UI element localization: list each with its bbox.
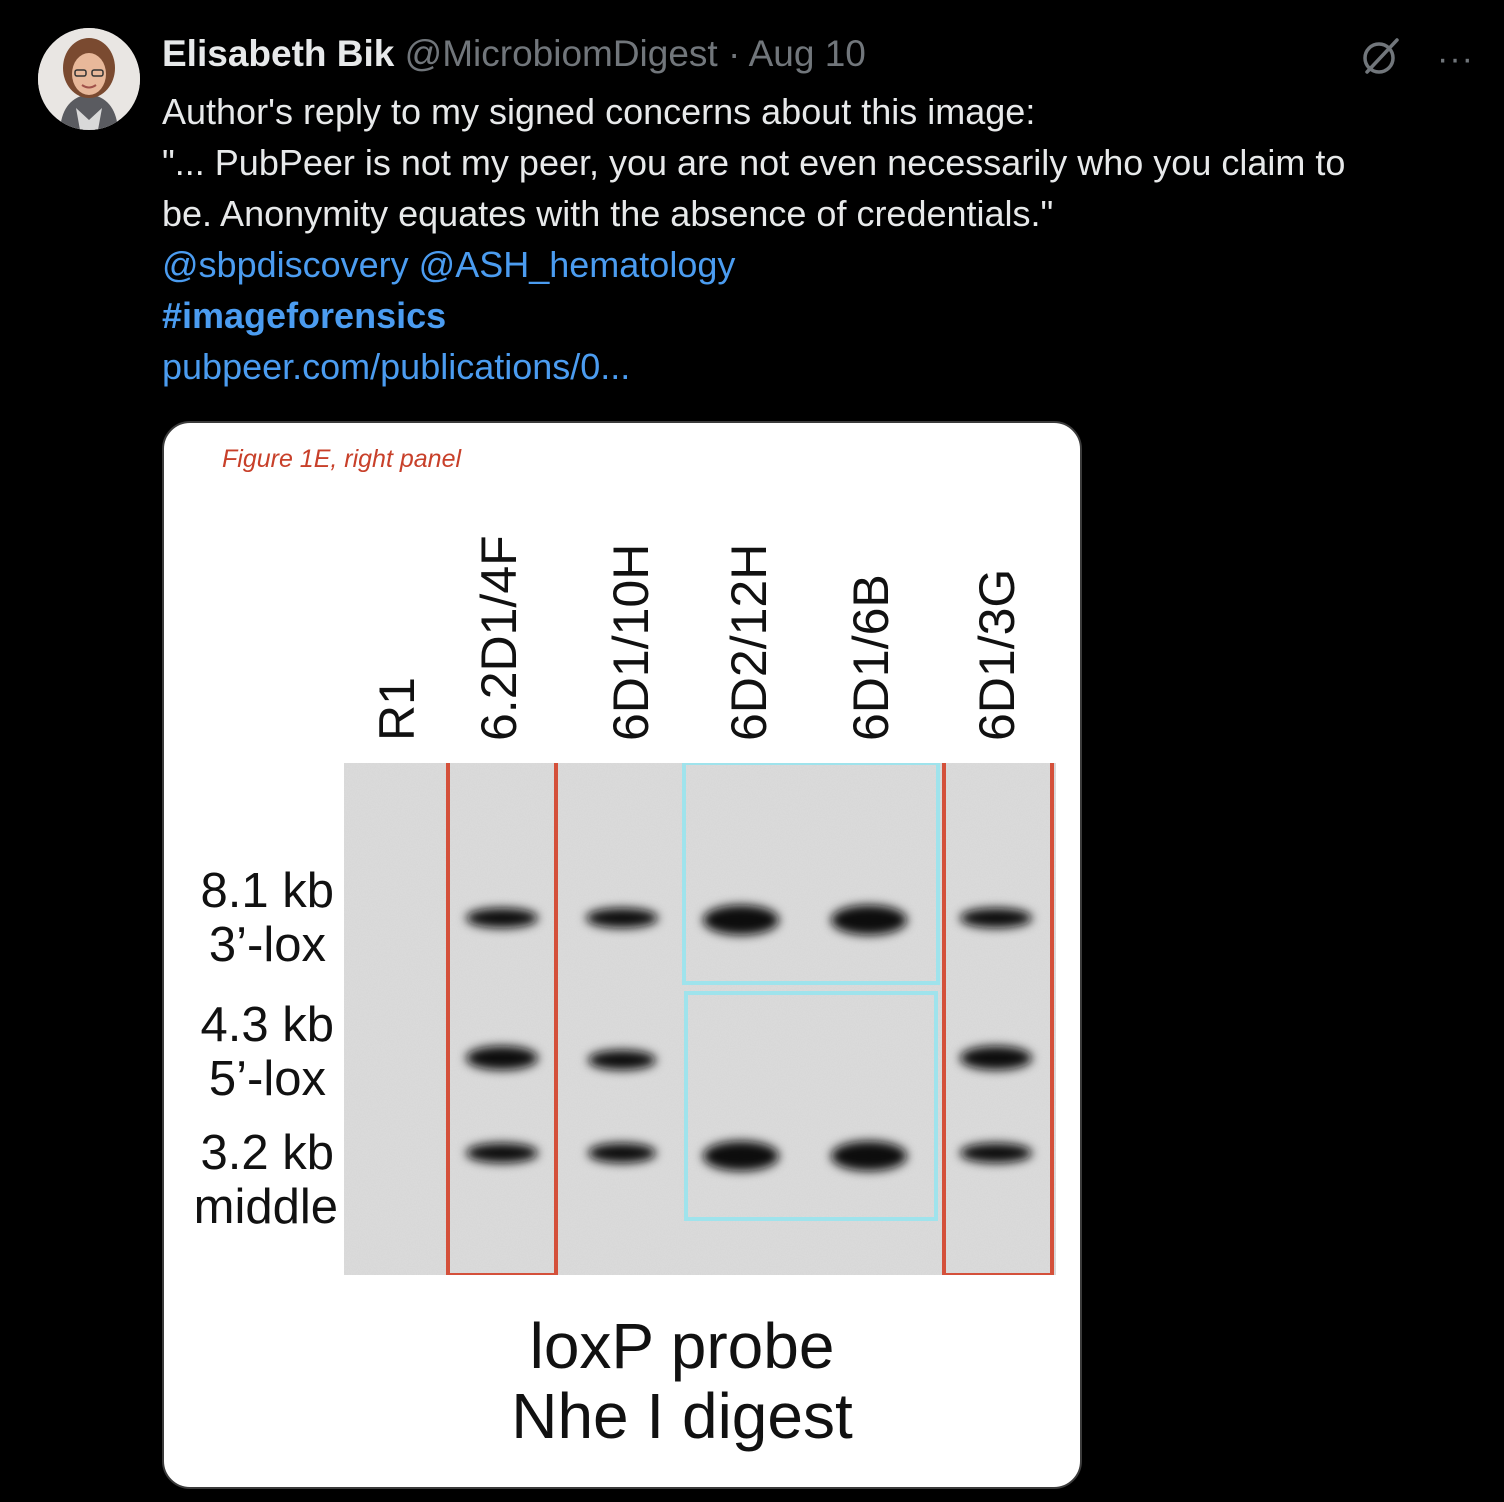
hashtag-imageforensics[interactable]: #imageforensics xyxy=(162,295,446,336)
mention-sbpdiscovery[interactable]: @sbpdiscovery xyxy=(162,244,409,285)
more-icon[interactable]: ··· xyxy=(1437,39,1474,79)
band-lane6-4-3kb xyxy=(960,1046,1032,1070)
band-lane3-4-3kb xyxy=(588,1050,656,1070)
band-lane5-3-2kb xyxy=(831,1141,907,1171)
tweet-text: Author's reply to my signed concerns abo… xyxy=(162,86,1462,392)
band-lane2-4-3kb xyxy=(466,1046,538,1070)
lane-label-6d1-10h: 6D1/10H xyxy=(603,543,659,741)
mentions-line: @sbpdiscovery @ASH_hematology xyxy=(162,239,1462,290)
band-lane4-8-1kb xyxy=(703,905,779,935)
tweet-date[interactable]: Aug 10 xyxy=(749,33,866,74)
mention-ash-hematology[interactable]: @ASH_hematology xyxy=(419,244,736,285)
figure-caption: Figure 1E, right panel xyxy=(222,445,462,473)
tweet-image[interactable]: Figure 1E, right panel R1 6.2D1/4F 6D1/1… xyxy=(162,421,1082,1489)
band-lane3-3-2kb xyxy=(588,1143,656,1163)
lane-label-6d2-12h: 6D2/12H xyxy=(721,543,777,741)
band-lane6-8-1kb xyxy=(960,908,1032,928)
tweet-header: Elisabeth Bik @MicrobiomDigest · Aug 10 xyxy=(162,30,866,78)
band-lane6-3-2kb xyxy=(960,1143,1032,1163)
band-name-5-lox: 5’-lox xyxy=(208,1052,326,1106)
band-lane4-3-2kb xyxy=(703,1141,779,1171)
avatar[interactable] xyxy=(38,28,140,130)
size-label-3-2kb: 3.2 kb xyxy=(200,1126,334,1180)
southern-blot xyxy=(344,763,1056,1275)
lane-label-r1: R1 xyxy=(369,677,425,741)
size-label-8-1kb: 8.1 kb xyxy=(200,864,334,918)
tweet-actions: ··· xyxy=(1359,34,1474,83)
band-name-3-lox: 3’-lox xyxy=(208,918,326,972)
probe-label: loxP probe xyxy=(529,1310,835,1382)
size-label-4-3kb: 4.3 kb xyxy=(200,998,334,1052)
lane-label-6-2d1-4f: 6.2D1/4F xyxy=(471,535,527,741)
band-lane3-8-1kb xyxy=(586,908,658,928)
author-handle[interactable]: @MicrobiomDigest xyxy=(405,33,718,74)
grok-icon[interactable] xyxy=(1359,34,1403,83)
blot-grain xyxy=(344,763,1056,1275)
tweet-line-3: be. Anonymity equates with the absence o… xyxy=(162,193,1054,234)
digest-label: Nhe I digest xyxy=(511,1380,853,1452)
tweet-line-1: Author's reply to my signed concerns abo… xyxy=(162,91,1036,132)
band-name-middle: middle xyxy=(193,1180,338,1234)
author-name[interactable]: Elisabeth Bik xyxy=(162,33,394,74)
header-separator: · xyxy=(728,33,741,74)
band-lane5-8-1kb xyxy=(831,905,907,935)
band-lane2-3-2kb xyxy=(466,1143,538,1163)
tweet-line-2: "... PubPeer is not my peer, you are not… xyxy=(162,142,1346,183)
lane-label-6d1-3g: 6D1/3G xyxy=(969,568,1025,741)
lane-label-6d1-6b: 6D1/6B xyxy=(843,574,899,741)
band-lane2-8-1kb xyxy=(466,908,538,928)
pubpeer-link[interactable]: pubpeer.com/publications/0... xyxy=(162,346,630,387)
avatar-image xyxy=(38,28,140,130)
